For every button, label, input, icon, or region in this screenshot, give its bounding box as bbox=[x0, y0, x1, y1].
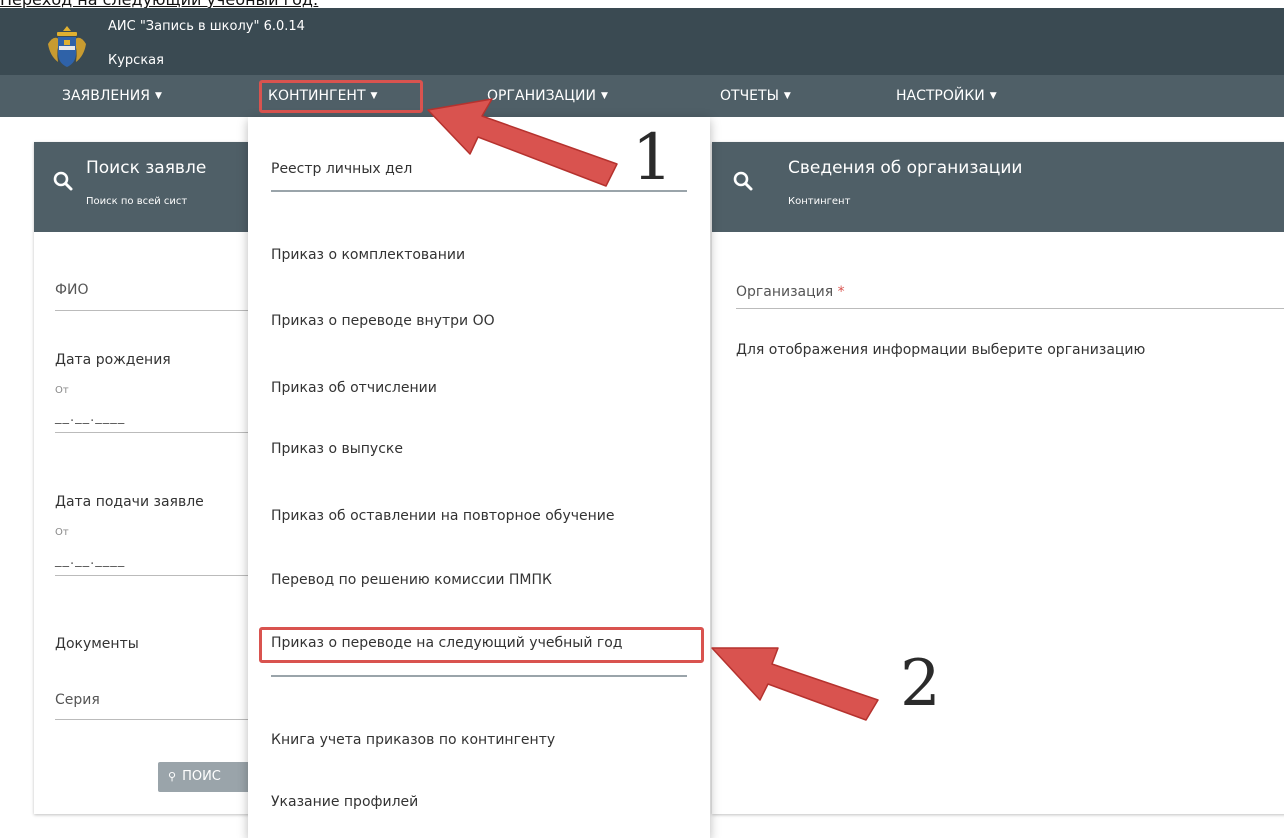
panel-header: Сведения об организации Контингент bbox=[712, 142, 1284, 232]
menu-item-expulsion-order[interactable]: Приказ об отчислении bbox=[271, 380, 437, 396]
panel-title: Поиск заявле bbox=[86, 158, 207, 178]
submit-date-input[interactable]: __.__.____ bbox=[55, 553, 125, 568]
panel-subtitle: Поиск по всей сист bbox=[86, 196, 188, 207]
panel-title: Сведения об организации bbox=[788, 158, 1023, 178]
main-navbar: ЗАЯВЛЕНИЯ ▼ КОНТИНГЕНТ ▼ ОРГАНИЗАЦИИ ▼ ОТЧЕ… bbox=[0, 75, 1284, 117]
series-label: Серия bbox=[55, 692, 100, 708]
menu-item-pmpk-transfer[interactable]: Перевод по решению комиссии ПМПК bbox=[271, 572, 552, 588]
search-button-label: ПОИС bbox=[182, 769, 221, 784]
nav-item-applications[interactable]: ЗАЯВЛЕНИЯ ▼ bbox=[62, 75, 162, 117]
highlight-box-next-year-order bbox=[259, 627, 704, 663]
coat-of-arms-icon bbox=[48, 26, 86, 67]
nav-label: ОТЧЕТЫ bbox=[720, 88, 779, 104]
nav-item-reports[interactable]: ОТЧЕТЫ ▼ bbox=[720, 75, 791, 117]
app-region: Курская bbox=[108, 53, 164, 68]
menu-item-orders-book[interactable]: Книга учета приказов по контингенту bbox=[271, 732, 555, 748]
documents-label: Документы bbox=[55, 636, 139, 652]
highlight-box-contingent bbox=[259, 80, 423, 113]
contingent-dropdown-menu: Реестр личных дел Приказ о комплектовани… bbox=[248, 117, 710, 838]
caret-down-icon: ▼ bbox=[783, 91, 791, 101]
nav-label: ОРГАНИЗАЦИИ bbox=[487, 88, 596, 104]
organization-label: Организация * bbox=[736, 284, 845, 300]
nav-label: ЗАЯВЛЕНИЯ bbox=[62, 88, 150, 104]
panel-subtitle: Контингент bbox=[788, 196, 851, 207]
fio-input[interactable] bbox=[55, 310, 248, 311]
birth-date-underline bbox=[55, 432, 248, 433]
step-number-2: 2 bbox=[900, 647, 941, 721]
birth-from-label: От bbox=[55, 385, 69, 396]
app-header: АИС "Запись в школу" 6.0.14 Курская bbox=[0, 8, 1284, 75]
menu-item-graduation-order[interactable]: Приказ о выпуске bbox=[271, 441, 403, 457]
submit-date-underline bbox=[55, 575, 248, 576]
search-icon bbox=[733, 171, 753, 191]
menu-divider bbox=[271, 675, 687, 677]
menu-item-personal-files[interactable]: Реестр личных дел bbox=[271, 161, 412, 177]
submit-from-label: От bbox=[55, 527, 69, 538]
caret-down-icon: ▼ bbox=[989, 91, 997, 101]
step-number-1: 1 bbox=[632, 121, 673, 195]
nav-label: НАСТРОЙКИ bbox=[896, 88, 985, 104]
series-input[interactable] bbox=[55, 719, 248, 720]
caret-down-icon: ▼ bbox=[155, 91, 162, 101]
organization-label-text: Организация bbox=[736, 284, 834, 300]
menu-item-repeat-year-order[interactable]: Приказ об оставлении на повторное обучен… bbox=[271, 508, 614, 524]
caret-down-icon: ▼ bbox=[600, 91, 608, 101]
nav-item-settings[interactable]: НАСТРОЙКИ ▼ bbox=[896, 75, 997, 117]
organization-select[interactable] bbox=[736, 308, 1284, 309]
search-icon bbox=[53, 171, 73, 191]
birth-date-label: Дата рождения bbox=[55, 352, 171, 368]
menu-item-profiles[interactable]: Указание профилей bbox=[271, 794, 418, 810]
fio-label: ФИО bbox=[55, 282, 89, 298]
birth-date-input[interactable]: __.__.____ bbox=[55, 410, 125, 425]
nav-item-organizations[interactable]: ОРГАНИЗАЦИИ ▼ bbox=[487, 75, 608, 117]
submit-date-label: Дата подачи заявле bbox=[55, 494, 204, 510]
menu-item-staffing-order[interactable]: Приказ о комплектовании bbox=[271, 247, 465, 263]
app-title: АИС "Запись в школу" 6.0.14 bbox=[108, 19, 305, 34]
page-caption: Переход на следующий учебный год: bbox=[0, 0, 640, 8]
search-icon: ⚲ bbox=[168, 770, 177, 783]
menu-item-internal-transfer-order[interactable]: Приказ о переводе внутри ОО bbox=[271, 313, 495, 329]
menu-divider bbox=[271, 190, 687, 192]
organization-info-panel: Сведения об организации Контингент bbox=[712, 142, 1284, 814]
required-mark: * bbox=[837, 284, 845, 300]
organization-hint: Для отображения информации выберите орга… bbox=[736, 342, 1146, 358]
